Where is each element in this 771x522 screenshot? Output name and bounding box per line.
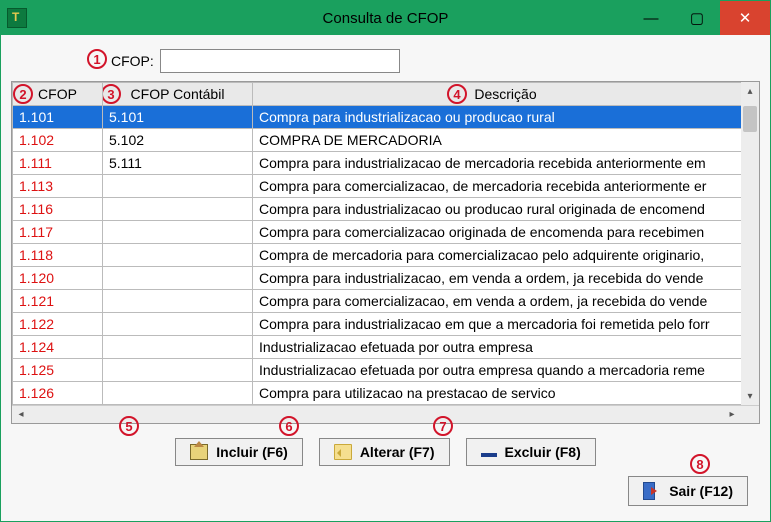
vertical-scrollbar[interactable]: ▴ ▾ xyxy=(741,82,759,405)
incluir-icon xyxy=(190,444,208,460)
app-icon xyxy=(7,8,27,28)
excluir-icon xyxy=(481,453,497,457)
scroll-down-arrow[interactable]: ▾ xyxy=(741,387,759,405)
cell-contabil: 5.111 xyxy=(103,152,253,175)
filter-label: CFOP: xyxy=(111,53,154,69)
action-button-row: 5 6 7 Incluir (F6) Alterar (F7) Excluir … xyxy=(11,438,760,466)
table-row[interactable]: 1.116 Compra para industrializacao ou pro… xyxy=(13,198,759,221)
cell-contabil xyxy=(103,244,253,267)
cell-descricao: Compra para industrializacao, em venda a… xyxy=(253,267,759,290)
col-header-contabil[interactable]: 3 CFOP Contábil xyxy=(103,83,253,106)
cell-cfop: 1.113 xyxy=(13,175,103,198)
table-row[interactable]: 1.1025.102COMPRA DE MERCADORIA xyxy=(13,129,759,152)
cell-descricao: Compra para industrializacao ou producao… xyxy=(253,106,759,129)
cell-contabil: 5.102 xyxy=(103,129,253,152)
cell-contabil xyxy=(103,221,253,244)
horizontal-scrollbar[interactable]: ◂ ▸ xyxy=(12,405,759,423)
sair-label: Sair (F12) xyxy=(669,483,733,499)
table-row[interactable]: 1.122 Compra para industrializacao em que… xyxy=(13,313,759,336)
cell-cfop: 1.125 xyxy=(13,359,103,382)
content-area: 1 CFOP: 2 CFOP 3 xyxy=(1,35,770,521)
cfop-filter-input[interactable] xyxy=(160,49,400,73)
alterar-icon xyxy=(334,444,352,460)
cell-descricao: Industrializacao efetuada por outra empr… xyxy=(253,359,759,382)
scroll-thumb[interactable] xyxy=(743,106,757,132)
table-row[interactable]: 1.1015.101Compra para industrializacao o… xyxy=(13,106,759,129)
cell-cfop: 1.120 xyxy=(13,267,103,290)
cell-cfop: 1.116 xyxy=(13,198,103,221)
marker-4: 4 xyxy=(447,84,467,104)
incluir-label: Incluir (F6) xyxy=(216,444,288,460)
cell-descricao: Compra para industrializacao em que a me… xyxy=(253,313,759,336)
maximize-button[interactable]: ▢ xyxy=(674,1,720,35)
cell-contabil xyxy=(103,198,253,221)
table-row[interactable]: 1.124 Industrializacao efetuada por outra… xyxy=(13,336,759,359)
minimize-button[interactable]: — xyxy=(628,1,674,35)
window-controls: — ▢ ✕ xyxy=(628,1,770,35)
table-row[interactable]: 1.117 Compra para comercializacao origina… xyxy=(13,221,759,244)
table-row[interactable]: 1.120 Compra para industrializacao, em ve… xyxy=(13,267,759,290)
cell-descricao: Compra para comercializacao originada de… xyxy=(253,221,759,244)
excluir-button[interactable]: Excluir (F8) xyxy=(466,438,596,466)
cell-contabil xyxy=(103,313,253,336)
cell-descricao: Compra para industrializacao ou producao… xyxy=(253,198,759,221)
titlebar: Consulta de CFOP — ▢ ✕ xyxy=(1,1,770,35)
scroll-right-arrow[interactable]: ▸ xyxy=(723,409,741,420)
marker-2: 2 xyxy=(13,84,33,104)
cell-contabil xyxy=(103,359,253,382)
scroll-up-arrow[interactable]: ▴ xyxy=(741,82,759,100)
table-row[interactable]: 1.113 Compra para comercializacao, de mer… xyxy=(13,175,759,198)
cell-contabil xyxy=(103,267,253,290)
table-row[interactable]: 1.118 Compra de mercadoria para comercial… xyxy=(13,244,759,267)
col-header-contabil-label: CFOP Contábil xyxy=(131,86,225,102)
cell-descricao: Industrializacao efetuada por outra empr… xyxy=(253,336,759,359)
col-header-cfop-label: CFOP xyxy=(38,86,77,102)
cell-cfop: 1.117 xyxy=(13,221,103,244)
table-row[interactable]: 1.121 Compra para comercializacao, em ven… xyxy=(13,290,759,313)
table-row[interactable]: 1.126 Compra para utilizacao na prestacao… xyxy=(13,382,759,405)
cell-descricao: COMPRA DE MERCADORIA xyxy=(253,129,759,152)
alterar-button[interactable]: Alterar (F7) xyxy=(319,438,450,466)
cell-descricao: Compra para comercializacao, de mercador… xyxy=(253,175,759,198)
col-header-descricao-label: Descrição xyxy=(474,86,536,102)
close-button[interactable]: ✕ xyxy=(720,1,770,35)
table-row[interactable]: 1.125 Industrializacao efetuada por outra… xyxy=(13,359,759,382)
filter-row: 1 CFOP: xyxy=(111,49,760,73)
sair-icon xyxy=(643,482,661,500)
marker-3: 3 xyxy=(103,84,122,104)
cell-descricao: Compra para utilizacao na prestacao de s… xyxy=(253,382,759,405)
cell-descricao: Compra de mercadoria para comercializaca… xyxy=(253,244,759,267)
cell-contabil xyxy=(103,382,253,405)
alterar-label: Alterar (F7) xyxy=(360,444,435,460)
cell-cfop: 1.102 xyxy=(13,129,103,152)
cell-cfop: 1.118 xyxy=(13,244,103,267)
cell-contabil: 5.101 xyxy=(103,106,253,129)
table-row[interactable]: 1.1115.111Compra para industrializacao d… xyxy=(13,152,759,175)
cell-contabil xyxy=(103,336,253,359)
cell-contabil xyxy=(103,290,253,313)
cell-cfop: 1.111 xyxy=(13,152,103,175)
cell-descricao: Compra para comercializacao, em venda a … xyxy=(253,290,759,313)
cell-descricao: Compra para industrializacao de mercador… xyxy=(253,152,759,175)
col-header-cfop[interactable]: 2 CFOP xyxy=(13,83,103,106)
grid-header-row: 2 CFOP 3 CFOP Contábil 4 Descrição xyxy=(13,83,759,106)
incluir-button[interactable]: Incluir (F6) xyxy=(175,438,303,466)
scroll-left-arrow[interactable]: ◂ xyxy=(12,409,30,420)
grid-container: 2 CFOP 3 CFOP Contábil 4 Descrição xyxy=(11,81,760,424)
cell-cfop: 1.126 xyxy=(13,382,103,405)
cell-cfop: 1.121 xyxy=(13,290,103,313)
cell-cfop: 1.101 xyxy=(13,106,103,129)
col-header-descricao[interactable]: 4 Descrição xyxy=(253,83,759,106)
cell-contabil xyxy=(103,175,253,198)
excluir-label: Excluir (F8) xyxy=(505,444,581,460)
cell-cfop: 1.122 xyxy=(13,313,103,336)
marker-1: 1 xyxy=(87,49,107,69)
sair-button[interactable]: Sair (F12) xyxy=(628,476,748,506)
exit-button-row: 8 Sair (F12) xyxy=(11,476,760,506)
cell-cfop: 1.124 xyxy=(13,336,103,359)
cfop-grid: 2 CFOP 3 CFOP Contábil 4 Descrição xyxy=(12,82,759,405)
